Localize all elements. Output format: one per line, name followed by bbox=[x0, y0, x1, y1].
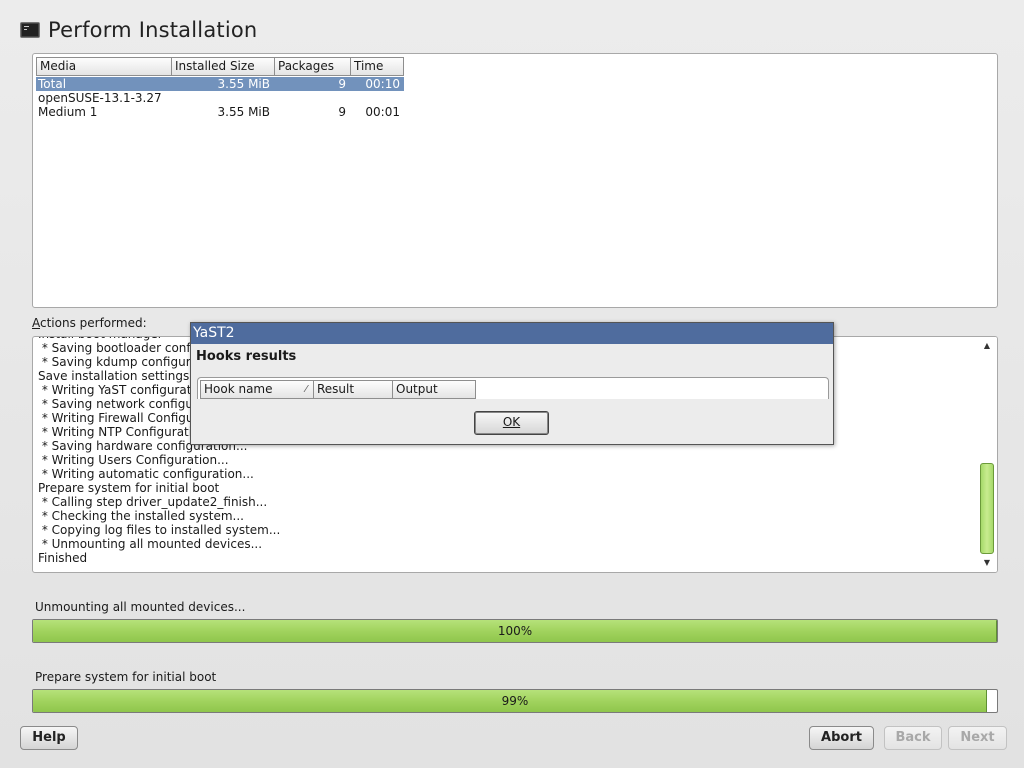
step-progress-label: Unmounting all mounted devices... bbox=[35, 600, 246, 614]
column-time[interactable]: Time bbox=[350, 57, 404, 76]
step-progress-bar: 100% bbox=[32, 619, 998, 643]
sort-indicator-icon: ⁄ bbox=[305, 384, 307, 395]
ok-button-label: OK bbox=[502, 415, 521, 429]
page-header: Perform Installation bbox=[20, 16, 257, 44]
column-result[interactable]: Result bbox=[313, 380, 392, 399]
media-table: Media Installed Size Packages Time Total… bbox=[32, 53, 998, 308]
log-line: * Unmounting all mounted devices... bbox=[38, 537, 263, 551]
cell-size: 3.55 MiB bbox=[217, 77, 270, 91]
cell-packages bbox=[274, 91, 350, 105]
actions-label-text: ctions performed: bbox=[40, 316, 147, 330]
help-button[interactable]: Help bbox=[20, 726, 78, 750]
stage-progress-label: Prepare system for initial boot bbox=[35, 670, 217, 684]
actions-label-mnemonic: A bbox=[32, 316, 40, 330]
cell-packages: 9 bbox=[338, 77, 346, 91]
media-table-body: Total 3.55 MiB 9 00:10 openSUSE-13.1-3.2… bbox=[36, 77, 404, 119]
dialog-heading: Hooks results bbox=[196, 349, 297, 364]
column-installed-size[interactable]: Installed Size bbox=[171, 57, 274, 76]
back-button[interactable]: Back bbox=[884, 726, 942, 750]
cell-media: Total bbox=[38, 77, 67, 91]
column-packages[interactable]: Packages bbox=[274, 57, 350, 76]
cell-time bbox=[350, 91, 404, 105]
scroll-down-arrow-icon[interactable]: ▼ bbox=[981, 557, 993, 569]
hooks-table: Hook name ⁄ Result Output bbox=[197, 377, 829, 399]
log-line: * Writing Users Configuration... bbox=[38, 453, 229, 467]
cell-size: 3.55 MiB bbox=[217, 105, 270, 119]
table-row-medium[interactable]: Medium 1 3.55 MiB 9 00:01 bbox=[36, 105, 404, 119]
abort-button[interactable]: Abort bbox=[809, 726, 874, 750]
cell-media: Medium 1 bbox=[38, 105, 98, 119]
cell-time: 00:10 bbox=[365, 77, 400, 91]
dialog-titlebar[interactable]: YaST2 bbox=[191, 323, 833, 344]
table-row-total[interactable]: Total 3.55 MiB 9 00:10 bbox=[36, 77, 404, 91]
stage-progress-bar: 99% bbox=[32, 689, 998, 713]
column-output[interactable]: Output bbox=[392, 380, 476, 399]
step-progress-text: 100% bbox=[497, 624, 533, 638]
actions-label: Actions performed: bbox=[32, 316, 147, 330]
scroll-thumb[interactable] bbox=[980, 463, 994, 554]
log-line: * Copying log files to installed system.… bbox=[38, 523, 281, 537]
log-line: * Calling step driver_update2_finish... bbox=[38, 495, 268, 509]
log-line: Prepare system for initial boot bbox=[38, 481, 220, 495]
log-line: * Writing automatic configuration... bbox=[38, 467, 254, 481]
terminal-icon bbox=[20, 22, 40, 38]
page-title: Perform Installation bbox=[48, 18, 258, 42]
cell-time: 00:01 bbox=[365, 105, 400, 119]
cell-size bbox=[171, 91, 274, 105]
cell-media: openSUSE-13.1-3.27 bbox=[38, 91, 162, 105]
log-line: * Checking the installed system... bbox=[38, 509, 244, 523]
table-row-product[interactable]: openSUSE-13.1-3.27 bbox=[36, 91, 404, 105]
log-scrollbar[interactable]: ▲ ▼ bbox=[977, 337, 997, 572]
stage-progress-text: 99% bbox=[501, 694, 529, 708]
next-button[interactable]: Next bbox=[948, 726, 1007, 750]
media-table-header: Media Installed Size Packages Time bbox=[36, 57, 404, 76]
column-hook-name-label: Hook name bbox=[204, 382, 273, 396]
cell-packages: 9 bbox=[338, 105, 346, 119]
log-line: Finished bbox=[38, 551, 88, 565]
ok-button[interactable]: OK bbox=[474, 411, 549, 435]
hooks-results-dialog: YaST2 Hooks results Hook name ⁄ Result Ou… bbox=[190, 322, 834, 445]
column-hook-name[interactable]: Hook name ⁄ bbox=[200, 380, 313, 399]
column-media[interactable]: Media bbox=[36, 57, 171, 76]
scroll-up-arrow-icon[interactable]: ▲ bbox=[981, 340, 993, 352]
hooks-table-header: Hook name ⁄ Result Output bbox=[200, 380, 476, 399]
